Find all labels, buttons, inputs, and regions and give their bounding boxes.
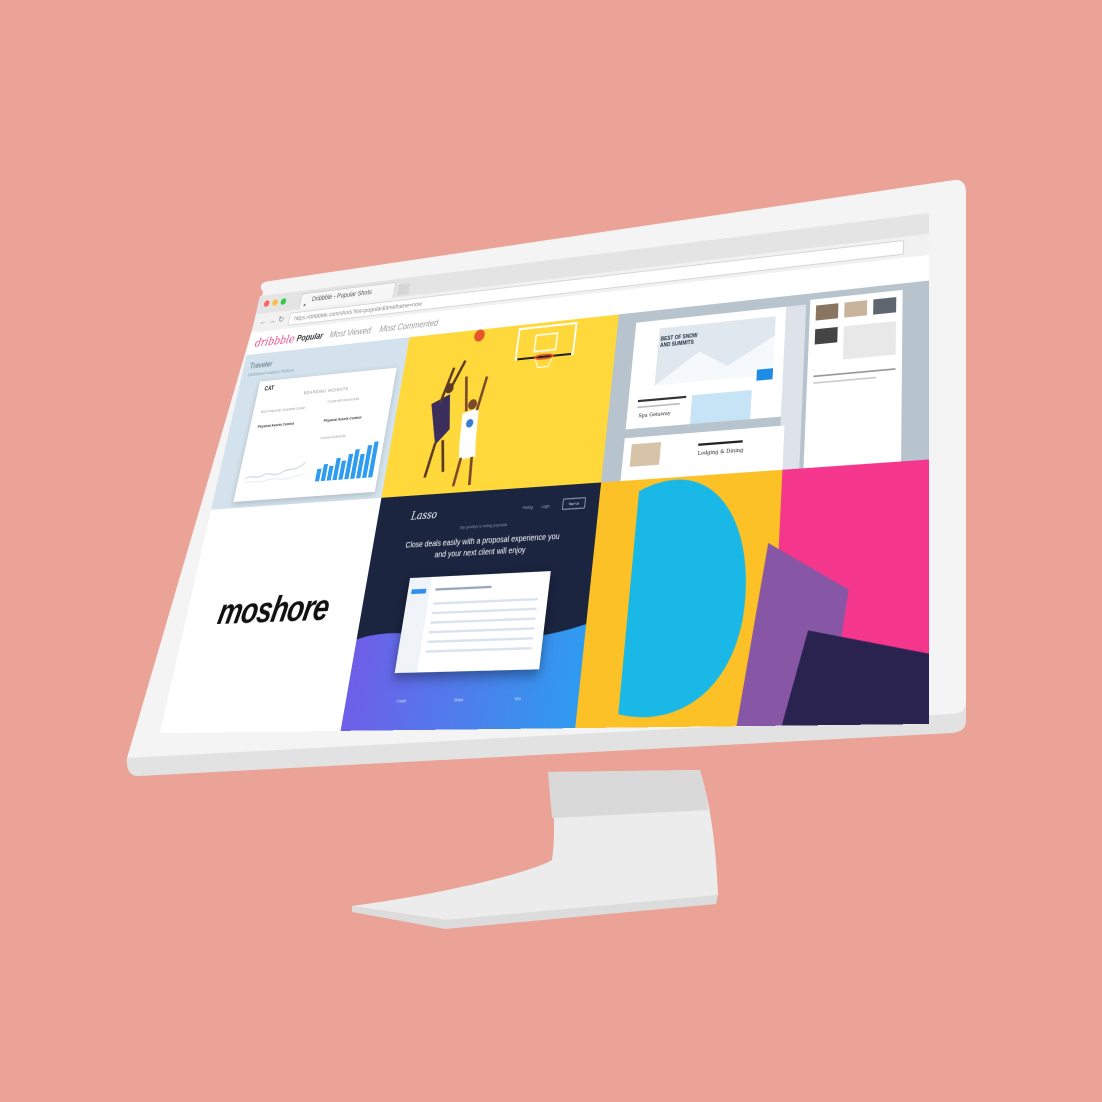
nav-link-most-viewed[interactable]: Most Viewed: [329, 325, 372, 339]
lasso-feature-create: Create: [395, 698, 407, 704]
lasso-feature-win: Win: [514, 696, 522, 702]
bar-chart: [309, 368, 394, 497]
dashboard-card: CAT BOARDING INSIGHTS Most Frequently Co…: [233, 367, 397, 502]
window-controls: [263, 298, 287, 308]
cat-logo: CAT: [263, 385, 275, 393]
reload-icon[interactable]: ↻: [277, 314, 285, 325]
shot-lasso-landing[interactable]: Lasso Pricing Login Sign Up Say goodbye …: [340, 482, 602, 731]
shot-travel-website[interactable]: BEST OF SNOW AND SUMMITS Spa Getaway Lod…: [601, 280, 929, 483]
metric-label: Most Frequently Completed Course: [260, 405, 306, 415]
lasso-headline: Close deals easily with a proposal exper…: [404, 530, 561, 560]
monitor-scene: ● Dribbble - Popular Shots ← → ↻ https:/…: [0, 0, 1102, 1102]
close-window-button[interactable]: [263, 300, 271, 308]
maximize-window-button[interactable]: [280, 298, 287, 306]
lasso-signup-button: Sign Up: [561, 497, 587, 511]
shot-abstract-shapes[interactable]: [575, 459, 929, 729]
new-tab-button[interactable]: [396, 282, 411, 296]
shot-basketball-illustration[interactable]: [381, 314, 619, 498]
lasso-nav-login: Login: [541, 503, 550, 510]
basketball-players-illustration: [381, 314, 618, 497]
lasso-feature-share: Share: [453, 697, 464, 703]
back-arrow-icon[interactable]: ←: [259, 316, 268, 326]
moshore-wordmark: moshore: [214, 586, 333, 632]
travel-website-preview: [620, 289, 903, 482]
forward-arrow-icon[interactable]: →: [268, 315, 277, 325]
shot-title: Traveler: [248, 359, 274, 371]
dribbble-logo[interactable]: dribbble: [254, 332, 296, 350]
nav-link-popular[interactable]: Popular: [296, 331, 324, 343]
metric-value: Physical Assets Control: [257, 420, 295, 429]
lasso-logo: Lasso: [410, 509, 438, 524]
lasso-app-sidebar: [394, 576, 432, 674]
lasso-app-preview: [394, 571, 551, 674]
line-chart: [242, 449, 308, 489]
minimize-window-button[interactable]: [271, 299, 279, 307]
abstract-shapes-illustration: [617, 459, 929, 727]
lasso-nav-pricing: Pricing: [522, 505, 533, 511]
nav-link-most-commented[interactable]: Most Commented: [379, 318, 439, 334]
